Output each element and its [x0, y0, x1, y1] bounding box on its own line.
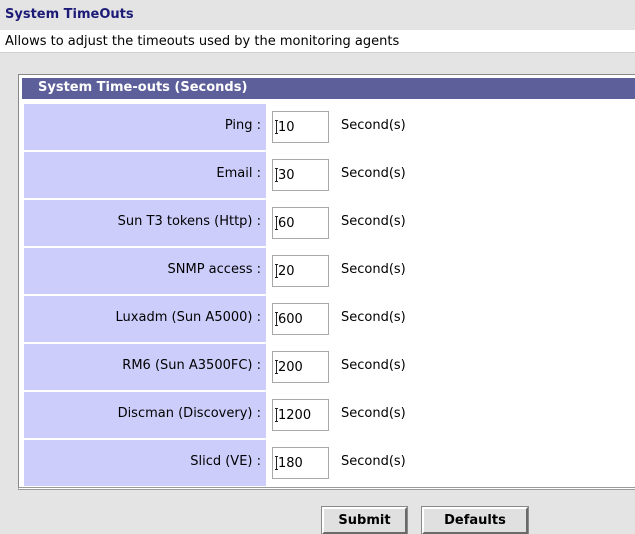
timeout-row-slicd: Slicd (VE) : Second(s) — [24, 440, 635, 486]
luxadm-timeout-input[interactable] — [272, 303, 329, 335]
row-label-cell: Luxadm (Sun A5000) : — [24, 296, 266, 342]
page-title: System TimeOuts — [5, 7, 134, 22]
timeout-row-discman: Discman (Discovery) : Second(s) — [24, 392, 635, 438]
row-label-cell: Sun T3 tokens (Http) : — [24, 200, 266, 246]
timeout-label-slicd: Slicd (VE) : — [190, 454, 261, 469]
row-label-cell: Slicd (VE) : — [24, 440, 266, 486]
snmp-timeout-input[interactable] — [272, 255, 329, 287]
unit-label: Second(s) — [341, 166, 406, 181]
unit-label: Second(s) — [341, 262, 406, 277]
unit-label: Second(s) — [341, 310, 406, 325]
slicd-timeout-input[interactable] — [272, 447, 329, 479]
timeouts-form: System Time-outs (Seconds) Ping : Second… — [18, 74, 635, 490]
section-header: System Time-outs (Seconds) — [22, 78, 635, 99]
timeout-row-snmp: SNMP access : Second(s) — [24, 248, 635, 294]
section-header-label: System Time-outs (Seconds) — [38, 80, 248, 95]
row-label-cell: Discman (Discovery) : — [24, 392, 266, 438]
ping-timeout-input[interactable] — [272, 111, 329, 143]
timeout-row-rm6: RM6 (Sun A3500FC) : Second(s) — [24, 344, 635, 390]
timeout-label-luxadm: Luxadm (Sun A5000) : — [115, 310, 261, 325]
timeout-label-snmp: SNMP access : — [167, 262, 261, 277]
timeout-row-sun-t3: Sun T3 tokens (Http) : Second(s) — [24, 200, 635, 246]
timeout-row-ping: Ping : Second(s) — [24, 104, 635, 150]
defaults-button[interactable]: Defaults — [421, 506, 529, 534]
sun-t3-timeout-input[interactable] — [272, 207, 329, 239]
unit-label: Second(s) — [341, 358, 406, 373]
unit-label: Second(s) — [341, 454, 406, 469]
timeout-row-email: Email : Second(s) — [24, 152, 635, 198]
discman-timeout-input[interactable] — [272, 399, 329, 431]
email-timeout-input[interactable] — [272, 159, 329, 191]
timeout-label-rm6: RM6 (Sun A3500FC) : — [122, 358, 261, 373]
description-bar: Allows to adjust the timeouts used by th… — [0, 30, 635, 53]
submit-button[interactable]: Submit — [321, 506, 408, 534]
row-label-cell: RM6 (Sun A3500FC) : — [24, 344, 266, 390]
timeout-row-luxadm: Luxadm (Sun A5000) : Second(s) — [24, 296, 635, 342]
timeout-label-ping: Ping : — [224, 118, 261, 133]
unit-label: Second(s) — [341, 406, 406, 421]
timeout-label-discman: Discman (Discovery) : — [117, 406, 261, 421]
timeout-label-sun-t3: Sun T3 tokens (Http) : — [117, 214, 261, 229]
row-label-cell: Email : — [24, 152, 266, 198]
row-label-cell: SNMP access : — [24, 248, 266, 294]
unit-label: Second(s) — [341, 214, 406, 229]
timeout-label-email: Email : — [216, 166, 261, 181]
row-label-cell: Ping : — [24, 104, 266, 150]
unit-label: Second(s) — [341, 118, 406, 133]
page-description: Allows to adjust the timeouts used by th… — [5, 34, 400, 49]
rm6-timeout-input[interactable] — [272, 351, 329, 383]
